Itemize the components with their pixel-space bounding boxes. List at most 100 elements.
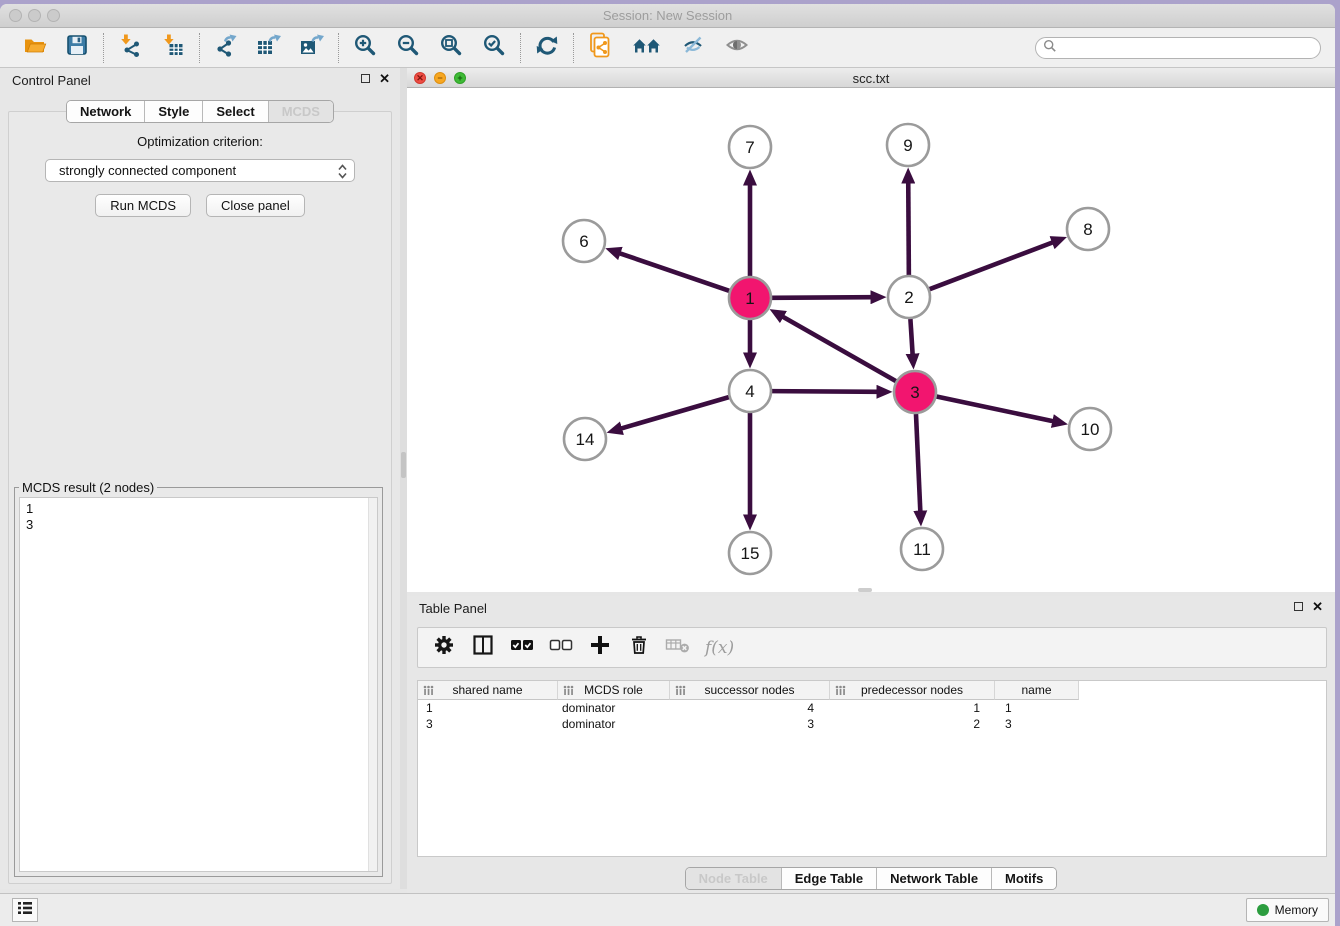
edge-1-to-6[interactable] [619,253,729,291]
select-all-button[interactable] [510,636,534,660]
column-header-name[interactable]: name [995,681,1079,700]
node-table: shared nameMCDS rolesuccessor nodesprede… [417,680,1327,857]
gear-icon [433,634,455,661]
mcds-tab-content: Optimization criterion: strongly connect… [8,111,392,884]
import-table-button[interactable] [160,35,186,61]
show-columns-button[interactable] [471,636,495,660]
delete-column-button[interactable] [666,636,690,660]
table-row[interactable]: 3dominator323 [418,716,1326,732]
mcds-result-fieldset: MCDS result (2 nodes) 13 [14,480,383,877]
graph-node-14[interactable]: 14 [564,418,606,460]
show-panels-button[interactable] [12,898,38,922]
tab-motifs[interactable]: Motifs [991,868,1056,889]
graph-node-2[interactable]: 2 [888,276,930,318]
edge-3-to-11[interactable] [916,414,920,512]
edge-2-to-9[interactable] [908,182,909,275]
table-settings-button[interactable] [432,636,456,660]
mcds-result-text[interactable]: 13 [19,497,378,872]
search-box[interactable] [1035,37,1321,59]
column-header-successor-nodes[interactable]: successor nodes [670,681,830,700]
node-label: 1 [745,289,754,308]
export-image-button[interactable] [299,35,325,61]
zoom-selected-button[interactable] [481,35,507,61]
save-session-button[interactable] [64,35,90,61]
network-graph[interactable]: 7 9 6 8 1 2 4 3 14 10 15 11 [407,88,1335,592]
node-label: 6 [579,232,588,251]
tab-network-table[interactable]: Network Table [876,868,991,889]
edge-3-to-10[interactable] [937,397,1054,422]
show-details-button[interactable] [724,35,750,61]
column-header-MCDS-role[interactable]: MCDS role [558,681,670,700]
tab-style[interactable]: Style [144,101,202,122]
control-panel-tabs: NetworkStyleSelectMCDS [66,100,334,123]
table-cell[interactable]: 3 [670,717,830,731]
import-network-button[interactable] [117,35,143,61]
run-mcds-button[interactable]: Run MCDS [95,194,191,217]
graph-node-11[interactable]: 11 [901,528,943,570]
node-label: 14 [576,430,595,449]
float-table-panel-icon[interactable] [1294,602,1303,611]
tab-select[interactable]: Select [202,101,267,122]
table-cell[interactable]: dominator [558,717,670,731]
tab-edge-table[interactable]: Edge Table [781,868,876,889]
graph-node-15[interactable]: 15 [729,532,771,574]
table-cell[interactable]: dominator [558,701,670,715]
search-input[interactable] [1057,41,1320,55]
table-cell[interactable]: 1 [830,701,995,715]
table-cell[interactable]: 1 [995,701,1079,715]
export-table-icon [256,33,282,62]
graph-node-9[interactable]: 9 [887,124,929,166]
close-panel-icon[interactable]: ✕ [379,73,390,84]
tab-node-table[interactable]: Node Table [686,868,781,889]
table-cell[interactable]: 3 [418,717,558,731]
home-button[interactable] [630,35,664,61]
zoom-out-button[interactable] [395,35,421,61]
graph-node-10[interactable]: 10 [1069,408,1111,450]
table-browser-tabs: Node TableEdge TableNetwork TableMotifs [685,867,1058,890]
graph-node-1[interactable]: 1 [729,277,771,319]
edge-4-to-14[interactable] [621,397,729,429]
table-row[interactable]: 1dominator411 [418,700,1326,716]
delete-row-button[interactable] [627,636,651,660]
edge-2-to-3[interactable] [910,319,912,355]
copy-network-button[interactable] [587,35,613,61]
graph-node-7[interactable]: 7 [729,126,771,168]
tab-mcds[interactable]: MCDS [268,101,333,122]
table-cell[interactable]: 4 [670,701,830,715]
graph-node-4[interactable]: 4 [729,370,771,412]
export-network-button[interactable] [213,35,239,61]
node-label: 15 [741,544,760,563]
table-cell[interactable]: 2 [830,717,995,731]
add-row-button[interactable] [588,636,612,660]
edge-3-to-1[interactable] [782,316,896,381]
checked-boxes-icon [510,634,534,661]
table-cell[interactable]: 1 [418,701,558,715]
open-session-button[interactable] [21,35,47,61]
criterion-select[interactable]: strongly connected component [45,159,355,182]
edge-1-to-2[interactable] [772,297,872,298]
column-header-shared-name[interactable]: shared name [418,681,558,700]
graph-node-3[interactable]: 3 [894,371,936,413]
memory-button[interactable]: Memory [1246,898,1329,922]
edge-4-to-3[interactable] [772,391,878,392]
app-window: Session: New Session [0,4,1335,926]
edge-2-to-8[interactable] [930,242,1054,289]
column-header-predecessor-nodes[interactable]: predecessor nodes [830,681,995,700]
export-table-button[interactable] [256,35,282,61]
function-builder-button[interactable]: f(x) [705,636,734,660]
zoom-in-button[interactable] [352,35,378,61]
graph-node-6[interactable]: 6 [563,220,605,262]
close-panel-button[interactable]: Close panel [206,194,305,217]
close-table-panel-icon[interactable]: ✕ [1312,601,1323,612]
network-hscroll-grip[interactable] [858,588,872,592]
refresh-button[interactable] [534,35,560,61]
zoom-fit-button[interactable] [438,35,464,61]
table-cell[interactable]: 3 [995,717,1079,731]
tab-network[interactable]: Network [67,101,144,122]
result-scrollbar[interactable] [368,498,377,871]
divider-grip[interactable] [401,452,406,478]
deselect-all-button[interactable] [549,636,573,660]
hide-details-button[interactable] [681,35,707,61]
graph-node-8[interactable]: 8 [1067,208,1109,250]
float-panel-icon[interactable] [361,74,370,83]
